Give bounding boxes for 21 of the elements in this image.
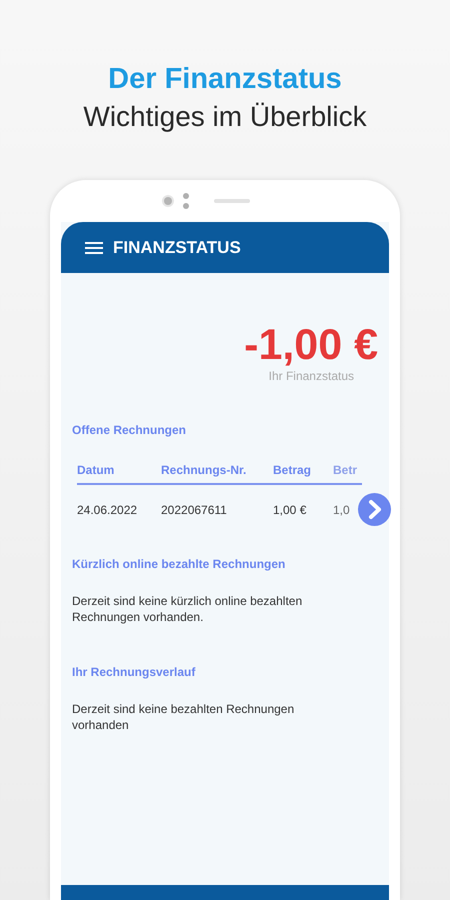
app-bar-title: FINANZSTATUS xyxy=(113,238,241,258)
balance-amount: -1,00 € xyxy=(243,321,378,369)
empty-message: Derzeit sind keine bezahlten Rechnungen vorhanden xyxy=(72,701,296,733)
column-header: Betr xyxy=(333,463,358,477)
section-heading: Offene Rechnungen xyxy=(72,423,188,437)
section-heading: Kürzlich online bezahlte Rechnungen xyxy=(72,557,286,571)
menu-icon[interactable] xyxy=(85,240,103,254)
column-header: Rechnungs-Nr. xyxy=(161,463,248,477)
empty-message: Derzeit sind keine kürzlich online bezahlten Rechnungen vorhanden. xyxy=(72,593,304,625)
column-header: Betrag xyxy=(273,463,312,477)
camera-icon xyxy=(160,191,192,211)
headline-title: Der Finanzstatus xyxy=(107,62,343,96)
table-cell-text: 2022067611 xyxy=(161,503,228,517)
table-cell-text: 24.06.2022 xyxy=(77,503,138,517)
table-cell-text: 1,00 € xyxy=(273,503,308,517)
headline-subtitle: Wichtiges im Überblick xyxy=(83,100,367,134)
column-header: Datum xyxy=(77,463,116,477)
section-heading: Ihr Rechnungsverlauf xyxy=(72,665,196,679)
balance-label: Ihr Finanzstatus xyxy=(268,369,354,383)
table-cell-text: 1,0 xyxy=(333,503,351,517)
chevron-right-icon[interactable] xyxy=(358,493,391,526)
